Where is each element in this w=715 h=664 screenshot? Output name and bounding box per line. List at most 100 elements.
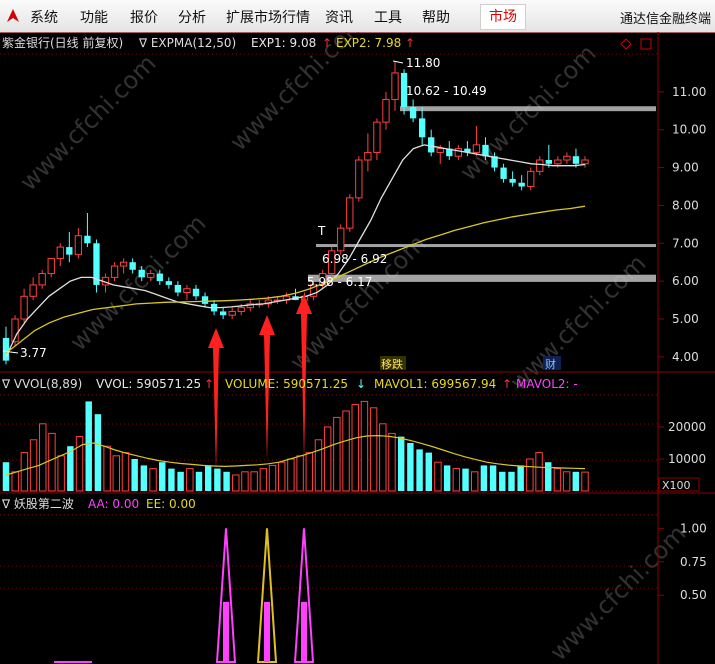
menu-analysis[interactable]: 分析 bbox=[178, 7, 206, 27]
candle-body bbox=[2, 337, 10, 361]
candle-body bbox=[563, 155, 571, 161]
volume-bar bbox=[572, 471, 580, 491]
volume-bar bbox=[480, 465, 488, 491]
brand-title: 通达信金融终端 bbox=[619, 12, 711, 27]
volume-tick-label: 10000 bbox=[668, 452, 706, 466]
menu-info[interactable]: 资讯 bbox=[325, 7, 353, 27]
candle-body bbox=[219, 311, 227, 316]
candle-body bbox=[572, 156, 580, 164]
mavol1-readout: MAVOL1: 699567.94 bbox=[374, 377, 496, 391]
volume-bar bbox=[195, 471, 203, 491]
candle-body bbox=[346, 197, 354, 229]
candle-body bbox=[119, 261, 128, 267]
menu-extended-market[interactable]: 扩展市场行情 bbox=[226, 7, 310, 27]
candle-body bbox=[373, 121, 381, 153]
candle-body bbox=[165, 281, 173, 285]
candle-body bbox=[66, 247, 73, 255]
volume-bar bbox=[425, 452, 432, 491]
price-tick-label: 8.00 bbox=[672, 198, 699, 212]
volume-bar bbox=[11, 471, 19, 492]
expma-indicator[interactable]: ∇ EXPMA(12,50) bbox=[138, 36, 236, 50]
volume-bar bbox=[85, 401, 92, 491]
candle-body bbox=[536, 159, 544, 172]
volume-bar bbox=[351, 404, 359, 492]
volume-bar bbox=[333, 416, 341, 492]
menu-quote[interactable]: 报价 bbox=[130, 7, 158, 27]
watermark-text: www.cfchi.com bbox=[454, 39, 601, 186]
candle-body bbox=[518, 182, 525, 187]
volume-bar bbox=[545, 462, 552, 491]
volume-bar bbox=[259, 468, 268, 492]
volume-bar bbox=[581, 471, 589, 492]
low-label: 3.77 bbox=[20, 346, 47, 360]
price-tick-label: 4.00 bbox=[672, 350, 699, 364]
chart-area[interactable]: www.cfchi.com www.cfchi.com www.cfchi.co… bbox=[0, 32, 715, 664]
volume-bar bbox=[103, 445, 111, 492]
market-tab[interactable]: 市场 bbox=[480, 4, 526, 30]
price-tick-label: 10.00 bbox=[672, 123, 706, 137]
watermark-text: www.cfchi.com bbox=[504, 249, 651, 396]
candle-body bbox=[382, 98, 390, 123]
menu-tools[interactable]: 工具 bbox=[374, 7, 402, 27]
menu-help[interactable]: 帮助 bbox=[422, 7, 450, 27]
volume-bar bbox=[489, 465, 497, 491]
volume-bars bbox=[2, 400, 589, 492]
candle-body bbox=[29, 284, 37, 297]
mavol2-readout: MAVOL2: - bbox=[516, 377, 578, 391]
volume-bar bbox=[112, 455, 121, 492]
volume-axis: 20000 10000 bbox=[658, 420, 706, 466]
volume-bar bbox=[517, 465, 524, 491]
candle-body bbox=[156, 273, 163, 282]
candle-body bbox=[74, 235, 83, 256]
aa-readout: AA: 0.00 bbox=[88, 497, 139, 511]
menu-function[interactable]: 功能 bbox=[80, 7, 108, 27]
candle-body bbox=[391, 72, 399, 100]
volume-bar bbox=[250, 471, 258, 492]
gap-label: 6.98 - 6.92 bbox=[322, 252, 387, 266]
vvol-title[interactable]: ∇ VVOL(8,89) bbox=[1, 377, 82, 391]
candle-body bbox=[418, 118, 426, 138]
square-icon[interactable] bbox=[640, 38, 652, 50]
candle-body bbox=[183, 288, 191, 294]
price-tick-label: 11.00 bbox=[672, 85, 706, 99]
high-marker: 11.80 bbox=[392, 56, 440, 70]
candle-body bbox=[110, 265, 119, 278]
volume-bar bbox=[535, 452, 543, 492]
volume-readout: VOLUME: 590571.25 bbox=[225, 377, 348, 391]
volume-tick-label: 20000 bbox=[668, 420, 706, 434]
stock-title: 紫金银行(日线 前复权) bbox=[2, 35, 123, 50]
volume-bar bbox=[186, 468, 194, 492]
ee-readout: EE: 0.00 bbox=[146, 497, 196, 511]
volume-bar bbox=[223, 471, 230, 491]
volume-bar bbox=[470, 471, 479, 492]
signal-tick-label: 0.50 bbox=[680, 588, 707, 602]
gap-label: 5.98 - 6.17 bbox=[307, 275, 372, 289]
candle-body bbox=[509, 178, 516, 183]
candle-body bbox=[237, 307, 245, 312]
signal-tick-label: 1.00 bbox=[680, 521, 707, 535]
volume-bar bbox=[443, 465, 451, 491]
diamond-icon[interactable] bbox=[620, 38, 632, 50]
exp2-arrow: ↑ bbox=[405, 36, 415, 50]
candle-body bbox=[147, 273, 155, 278]
volume-bar bbox=[121, 452, 130, 492]
candle-body bbox=[545, 160, 552, 164]
menu-system[interactable]: 系统 bbox=[30, 7, 58, 27]
mavol-line bbox=[5, 434, 586, 476]
exp1-arrow: ↑ bbox=[322, 36, 332, 50]
event-label[interactable]: 移跌 bbox=[381, 357, 403, 371]
volume-bar bbox=[20, 452, 29, 492]
event-label[interactable]: 财 bbox=[545, 357, 556, 371]
price-axis: 11.00 10.00 9.00 8.00 7.00 6.00 5.00 4.00 bbox=[658, 85, 706, 364]
volume-bar bbox=[499, 471, 506, 491]
signal-title[interactable]: ∇ 妖股第二波 bbox=[1, 497, 74, 511]
panel-grid bbox=[0, 32, 715, 664]
mavol1-arrow: ↑ bbox=[502, 377, 512, 391]
volume-bar bbox=[149, 468, 157, 492]
signal-spikes bbox=[215, 528, 315, 663]
volume-bar bbox=[462, 468, 469, 491]
volume-bar bbox=[508, 471, 515, 491]
signal-bar bbox=[301, 601, 307, 662]
volume-unit: X100 bbox=[662, 479, 691, 492]
candle-body bbox=[20, 295, 28, 320]
